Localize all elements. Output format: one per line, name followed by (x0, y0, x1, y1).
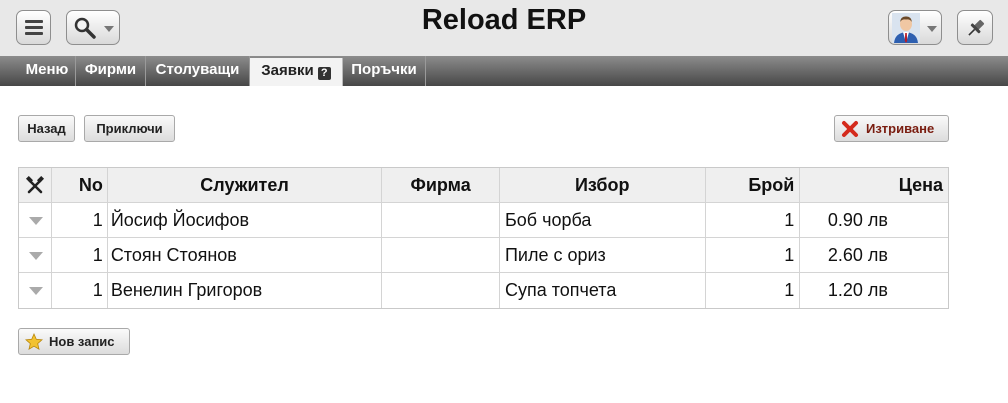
tab-orders[interactable]: Поръчки (343, 56, 426, 86)
cell-no: 1 (52, 273, 108, 308)
new-record-button[interactable]: Нов запис (18, 328, 130, 355)
tab-menu[interactable]: Меню (19, 56, 76, 86)
app-title: Reload ERP (421, 4, 587, 36)
back-button[interactable]: Назад (18, 115, 75, 142)
cell-choice: Боб чорба (500, 203, 706, 237)
tools-header[interactable] (19, 168, 52, 202)
column-header[interactable]: Фирма (382, 168, 500, 202)
tab-label: Меню (25, 61, 69, 78)
column-header[interactable]: Избор (500, 168, 706, 202)
cell-price: 2.60 лв (827, 245, 888, 265)
row-menu[interactable] (19, 203, 52, 237)
tab-requests[interactable]: Заявки? (250, 58, 343, 86)
cell-employee: Венелин Григоров (108, 273, 383, 308)
cell-company (382, 273, 500, 308)
cell-count: 1 (706, 273, 801, 308)
chevron-down-icon (927, 26, 937, 32)
delete-x-icon (842, 121, 858, 137)
cell-price: 0.90 лв (827, 210, 888, 230)
cell-price-wrap: 0.90 лв (800, 203, 948, 237)
tab-label: Столуващи (155, 61, 240, 78)
column-header[interactable]: Брой (706, 168, 801, 202)
cell-price: 1.20 лв (827, 280, 888, 300)
new-record-label: Нов запис (49, 334, 115, 349)
triangle-down-icon[interactable] (29, 287, 43, 295)
cell-employee: Йосиф Йосифов (108, 203, 383, 237)
cell-price-wrap: 1.20 лв (800, 273, 948, 308)
close-button[interactable]: Приключи (84, 115, 175, 142)
tab-bar: Меню Фирми Столуващи Заявки? Поръчки (0, 56, 1008, 86)
cell-choice: Пиле с ориз (500, 238, 706, 272)
tab-firms[interactable]: Фирми (76, 56, 146, 86)
cell-choice: Супа топчета (500, 273, 706, 308)
cell-no: 1 (52, 203, 108, 237)
column-header[interactable]: Цена (800, 168, 948, 202)
table-header: No Служител Фирма Избор Брой Цена (19, 168, 948, 203)
triangle-down-icon[interactable] (29, 217, 43, 225)
pushpin-icon (968, 19, 985, 36)
tab-label: Фирми (84, 61, 137, 78)
cell-employee: Стоян Стоянов (108, 238, 383, 272)
star-icon (25, 333, 43, 351)
table-row[interactable]: 1 Венелин Григоров Супа топчета 1 1.20 л… (19, 273, 948, 308)
delete-label: Изтриване (866, 121, 935, 136)
cell-no: 1 (52, 238, 108, 272)
tab-label: Поръчки (351, 61, 417, 78)
table-row[interactable]: 1 Стоян Стоянов Пиле с ориз 1 2.60 лв (19, 238, 948, 273)
cell-count: 1 (706, 203, 801, 237)
pin-button[interactable] (957, 10, 993, 45)
row-menu[interactable] (19, 273, 52, 308)
row-menu[interactable] (19, 238, 52, 272)
tab-label: Заявки (261, 62, 314, 79)
cell-count: 1 (706, 238, 801, 272)
user-avatar-icon (892, 13, 920, 43)
cell-company (382, 238, 500, 272)
column-header[interactable]: Служител (108, 168, 383, 202)
column-header[interactable]: No (52, 168, 108, 202)
app-header: Reload ERP (0, 0, 1008, 56)
user-menu-button[interactable] (888, 10, 942, 45)
requests-table: No Служител Фирма Избор Брой Цена 1 Йоси… (18, 167, 949, 309)
table-row[interactable]: 1 Йосиф Йосифов Боб чорба 1 0.90 лв (19, 203, 948, 238)
cell-price-wrap: 2.60 лв (800, 238, 948, 272)
triangle-down-icon[interactable] (29, 252, 43, 260)
tab-diners[interactable]: Столуващи (146, 56, 250, 86)
delete-button[interactable]: Изтриване (834, 115, 949, 142)
help-icon[interactable]: ? (317, 67, 331, 80)
tools-icon (25, 176, 45, 194)
cell-company (382, 203, 500, 237)
